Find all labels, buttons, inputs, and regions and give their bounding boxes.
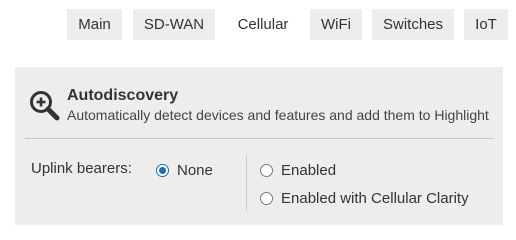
radio-button-checked[interactable] bbox=[156, 164, 169, 177]
radio-enabled[interactable]: Enabled bbox=[260, 162, 336, 179]
radio-enabled-label: Enabled bbox=[281, 162, 337, 179]
radio-enabled-cellular-clarity[interactable]: Enabled with Cellular Clarity bbox=[260, 190, 469, 207]
uplink-bearers-label: Uplink bearers: bbox=[31, 160, 132, 177]
radio-enabled-cellular-clarity-label: Enabled with Cellular Clarity bbox=[281, 190, 469, 207]
tab-cellular[interactable]: Cellular bbox=[226, 9, 300, 40]
radio-none[interactable]: None bbox=[156, 162, 213, 179]
divider bbox=[25, 138, 494, 139]
tab-sd-wan[interactable]: SD-WAN bbox=[133, 9, 215, 40]
tab-bar: Main SD-WAN Cellular WiFi Switches IoT bbox=[0, 0, 516, 40]
tab-iot[interactable]: IoT bbox=[464, 9, 508, 40]
radio-button[interactable] bbox=[260, 192, 273, 205]
panel-title: Autodiscovery bbox=[67, 87, 179, 104]
radio-button[interactable] bbox=[260, 164, 273, 177]
autodiscovery-panel: Autodiscovery Automatically detect devic… bbox=[15, 67, 503, 225]
tab-switches[interactable]: Switches bbox=[372, 9, 454, 40]
tab-wifi[interactable]: WiFi bbox=[310, 9, 362, 40]
search-plus-icon bbox=[30, 91, 60, 121]
panel-subtitle: Automatically detect devices and feature… bbox=[67, 107, 489, 123]
radio-none-label: None bbox=[177, 162, 213, 179]
tab-main[interactable]: Main bbox=[67, 9, 122, 40]
vertical-separator bbox=[246, 155, 247, 211]
